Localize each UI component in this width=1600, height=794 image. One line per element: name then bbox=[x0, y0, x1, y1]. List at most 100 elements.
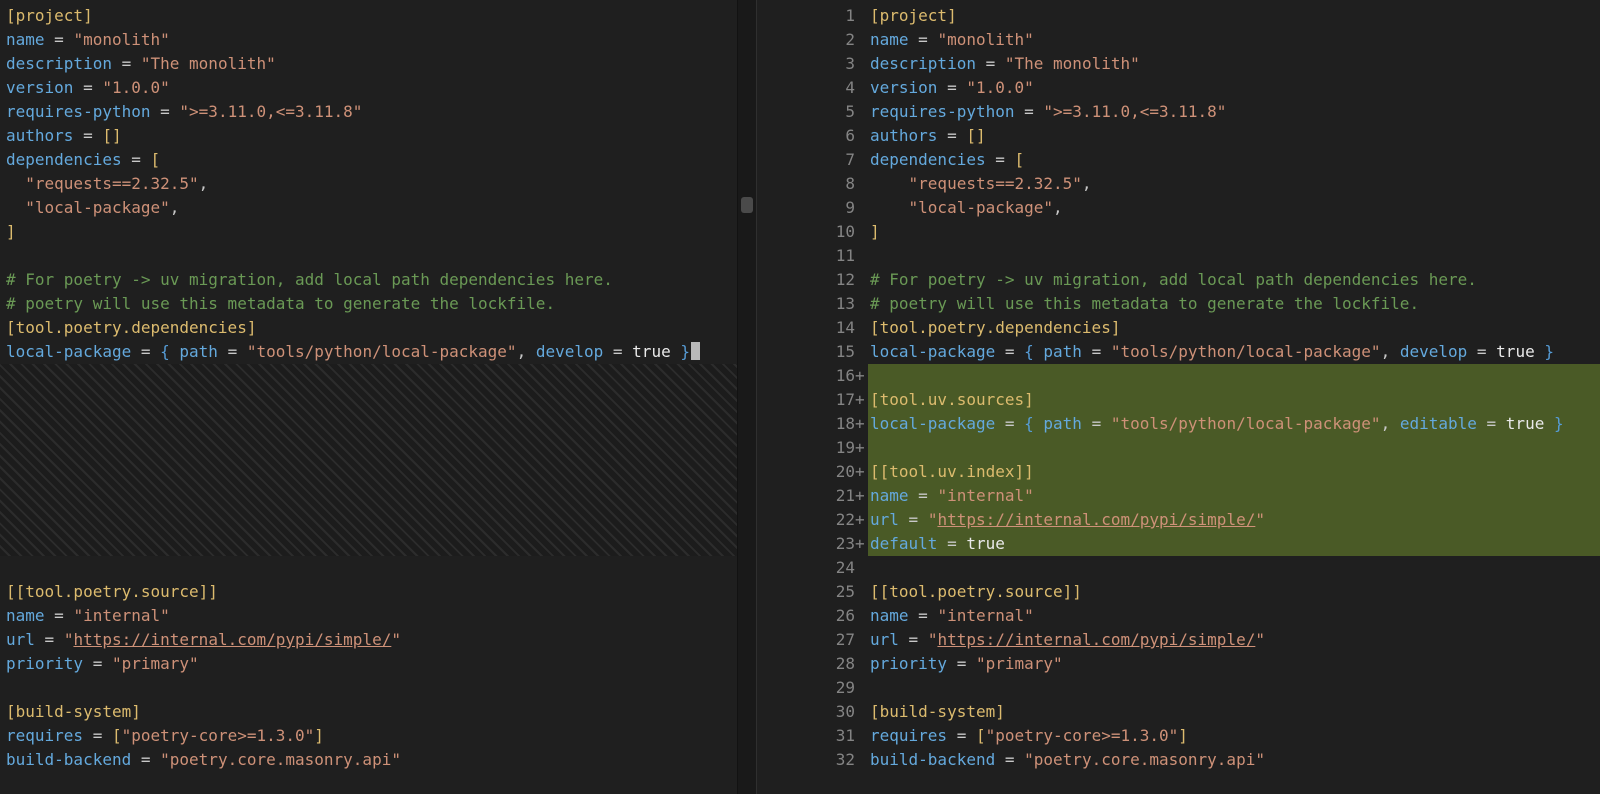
url-link[interactable]: https://internal.com/pypi/simple/ bbox=[937, 630, 1255, 649]
code-line[interactable]: description = "The monolith" bbox=[0, 52, 737, 76]
line-content[interactable]: [build-system] bbox=[868, 700, 1600, 724]
line-number[interactable]: 30 bbox=[757, 700, 855, 724]
line-content[interactable]: # For poetry -> uv migration, add local … bbox=[868, 268, 1600, 292]
line-number[interactable]: 11 bbox=[757, 244, 855, 268]
code-token-header: [project] bbox=[870, 6, 957, 25]
code-line[interactable]: requires = ["poetry-core>=1.3.0"] bbox=[0, 724, 737, 748]
code-line[interactable] bbox=[0, 556, 737, 580]
code-line[interactable]: ] bbox=[0, 220, 737, 244]
code-line[interactable]: [tool.poetry.dependencies] bbox=[0, 316, 737, 340]
vertical-scrollbar[interactable] bbox=[737, 0, 757, 794]
added-code-line: 18 + local-package = { path = "tools/pytho… bbox=[757, 412, 1600, 436]
line-content[interactable]: build-backend = "poetry.core.masonry.api… bbox=[868, 748, 1600, 772]
line-number[interactable]: 22 bbox=[757, 508, 855, 532]
code-token-brace: { bbox=[1024, 414, 1044, 433]
code-line[interactable]: local-package = { path = "tools/python/l… bbox=[0, 340, 737, 364]
line-number[interactable]: 23 bbox=[757, 532, 855, 556]
code-line[interactable]: priority = "primary" bbox=[0, 652, 737, 676]
code-line[interactable]: [project] bbox=[0, 4, 737, 28]
code-line[interactable]: # For poetry -> uv migration, add local … bbox=[0, 268, 737, 292]
line-number[interactable]: 28 bbox=[757, 652, 855, 676]
line-number[interactable]: 16 bbox=[757, 364, 855, 388]
line-number[interactable]: 2 bbox=[757, 28, 855, 52]
line-content[interactable] bbox=[868, 556, 1600, 580]
line-number[interactable]: 19 bbox=[757, 436, 855, 460]
line-content[interactable]: "local-package", bbox=[868, 196, 1600, 220]
line-content[interactable]: name = "internal" bbox=[868, 484, 1600, 508]
line-number[interactable]: 25 bbox=[757, 580, 855, 604]
line-number[interactable]: 31 bbox=[757, 724, 855, 748]
scrollbar-thumb[interactable] bbox=[741, 197, 753, 213]
line-content[interactable] bbox=[868, 244, 1600, 268]
line-content[interactable]: local-package = { path = "tools/python/l… bbox=[868, 340, 1600, 364]
code-line[interactable]: "local-package", bbox=[0, 196, 737, 220]
code-line[interactable]: [[tool.poetry.source]] bbox=[0, 580, 737, 604]
line-content[interactable]: local-package = { path = "tools/python/l… bbox=[868, 412, 1600, 436]
line-number[interactable]: 14 bbox=[757, 316, 855, 340]
line-number[interactable]: 29 bbox=[757, 676, 855, 700]
line-content[interactable]: authors = [] bbox=[868, 124, 1600, 148]
line-content[interactable]: name = "monolith" bbox=[868, 28, 1600, 52]
line-content[interactable]: [[tool.uv.index]] bbox=[868, 460, 1600, 484]
code-line[interactable]: "requests==2.32.5", bbox=[0, 172, 737, 196]
line-number[interactable]: 24 bbox=[757, 556, 855, 580]
code-token-op: = bbox=[995, 414, 1025, 433]
line-content[interactable]: requires = ["poetry-core>=1.3.0"] bbox=[868, 724, 1600, 748]
line-content[interactable] bbox=[868, 676, 1600, 700]
line-number[interactable]: 4 bbox=[757, 76, 855, 100]
line-number[interactable]: 15 bbox=[757, 340, 855, 364]
line-content[interactable]: [project] bbox=[868, 4, 1600, 28]
code-line[interactable]: dependencies = [ bbox=[0, 148, 737, 172]
line-content[interactable]: [tool.poetry.dependencies] bbox=[868, 316, 1600, 340]
line-number[interactable]: 20 bbox=[757, 460, 855, 484]
code-token-bool: true bbox=[632, 342, 671, 361]
line-number[interactable]: 18 bbox=[757, 412, 855, 436]
line-number[interactable]: 26 bbox=[757, 604, 855, 628]
line-content[interactable] bbox=[868, 364, 1600, 388]
line-number[interactable]: 21 bbox=[757, 484, 855, 508]
line-number[interactable]: 1 bbox=[757, 4, 855, 28]
code-line[interactable]: # poetry will use this metadata to gener… bbox=[0, 292, 737, 316]
code-line[interactable] bbox=[0, 244, 737, 268]
line-number[interactable]: 6 bbox=[757, 124, 855, 148]
line-content[interactable]: default = true bbox=[868, 532, 1600, 556]
line-content[interactable]: dependencies = [ bbox=[868, 148, 1600, 172]
line-content[interactable]: version = "1.0.0" bbox=[868, 76, 1600, 100]
code-line[interactable]: build-backend = "poetry.core.masonry.api… bbox=[0, 748, 737, 772]
line-number[interactable]: 7 bbox=[757, 148, 855, 172]
code-line[interactable]: url = "https://internal.com/pypi/simple/… bbox=[0, 628, 737, 652]
line-number[interactable]: 10 bbox=[757, 220, 855, 244]
line-content[interactable]: url = "https://internal.com/pypi/simple/… bbox=[868, 628, 1600, 652]
url-link[interactable]: https://internal.com/pypi/simple/ bbox=[73, 630, 391, 649]
code-line[interactable]: requires-python = ">=3.11.0,<=3.11.8" bbox=[0, 100, 737, 124]
line-content[interactable]: ] bbox=[868, 220, 1600, 244]
code-line[interactable]: [build-system] bbox=[0, 700, 737, 724]
code-token-str: "tools/python/local-package" bbox=[1110, 342, 1381, 361]
code-line[interactable]: authors = [] bbox=[0, 124, 737, 148]
line-number[interactable]: 3 bbox=[757, 52, 855, 76]
line-number[interactable]: 8 bbox=[757, 172, 855, 196]
code-line[interactable] bbox=[0, 676, 737, 700]
line-number[interactable]: 9 bbox=[757, 196, 855, 220]
line-content[interactable]: description = "The monolith" bbox=[868, 52, 1600, 76]
line-number[interactable]: 5 bbox=[757, 100, 855, 124]
code-line[interactable]: name = "internal" bbox=[0, 604, 737, 628]
line-number[interactable]: 13 bbox=[757, 292, 855, 316]
line-number[interactable]: 27 bbox=[757, 628, 855, 652]
line-content[interactable]: priority = "primary" bbox=[868, 652, 1600, 676]
line-content[interactable] bbox=[868, 436, 1600, 460]
line-content[interactable]: requires-python = ">=3.11.0,<=3.11.8" bbox=[868, 100, 1600, 124]
line-content[interactable]: [[tool.poetry.source]] bbox=[868, 580, 1600, 604]
line-content[interactable]: # poetry will use this metadata to gener… bbox=[868, 292, 1600, 316]
line-content[interactable]: name = "internal" bbox=[868, 604, 1600, 628]
line-content[interactable]: url = "https://internal.com/pypi/simple/… bbox=[868, 508, 1600, 532]
code-line[interactable]: name = "monolith" bbox=[0, 28, 737, 52]
line-number[interactable]: 12 bbox=[757, 268, 855, 292]
line-number[interactable]: 17 bbox=[757, 388, 855, 412]
line-content[interactable]: "requests==2.32.5", bbox=[868, 172, 1600, 196]
code-token-comment: # For poetry -> uv migration, add local … bbox=[6, 270, 613, 289]
line-number[interactable]: 32 bbox=[757, 748, 855, 772]
code-line[interactable]: version = "1.0.0" bbox=[0, 76, 737, 100]
line-content[interactable]: [tool.uv.sources] bbox=[868, 388, 1600, 412]
url-link[interactable]: https://internal.com/pypi/simple/ bbox=[937, 510, 1255, 529]
